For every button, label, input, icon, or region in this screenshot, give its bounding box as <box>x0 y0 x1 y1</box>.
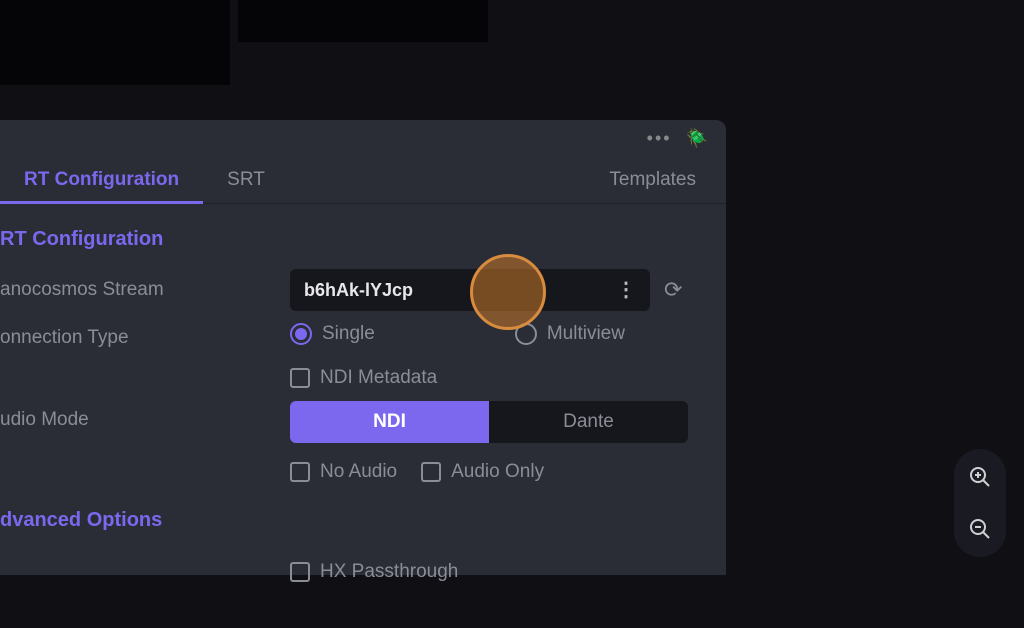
checkbox-icon <box>290 462 310 482</box>
refresh-icon[interactable]: ⟳ <box>664 277 682 303</box>
tab-rt-configuration[interactable]: RT Configuration <box>0 156 203 203</box>
zoom-controls <box>954 449 1006 557</box>
zoom-out-button[interactable] <box>962 511 998 547</box>
stream-value: b6hAk-lYJcp <box>304 280 413 301</box>
background-region-1 <box>0 0 230 85</box>
radio-single-label: Single <box>322 323 375 345</box>
row-connection: onnection Type Single Multiview NDI Meta… <box>0 323 698 389</box>
connection-label: onnection Type <box>0 323 290 349</box>
zoom-in-button[interactable] <box>962 459 998 495</box>
no-audio-label: No Audio <box>320 461 397 483</box>
kebab-icon[interactable]: ⋮ <box>616 280 636 300</box>
checkbox-audio-only[interactable]: Audio Only <box>421 461 544 483</box>
checkbox-icon <box>421 462 441 482</box>
audio-toggle-group: NDI Dante <box>290 401 688 443</box>
hx-passthrough-label: HX Passthrough <box>320 561 458 583</box>
tab-srt[interactable]: SRT <box>203 156 289 203</box>
panel-toolbar: ••• 🪲 <box>0 120 726 156</box>
row-audio: udio Mode NDI Dante No Audio Audio Only <box>0 401 698 483</box>
highlight-annotation <box>470 254 546 330</box>
panel-content: RT Configuration anocosmos Stream b6hAk-… <box>0 204 726 628</box>
checkbox-hx-passthrough[interactable]: HX Passthrough <box>290 561 458 583</box>
checkbox-icon <box>290 368 310 388</box>
checkbox-ndi-metadata[interactable]: NDI Metadata <box>290 367 437 389</box>
section-heading: RT Configuration <box>0 228 698 251</box>
tab-templates[interactable]: Templates <box>585 156 726 203</box>
ndi-metadata-label: NDI Metadata <box>320 367 437 389</box>
row-hx: HX Passthrough <box>0 552 698 592</box>
checkbox-icon <box>290 562 310 582</box>
audio-only-label: Audio Only <box>451 461 544 483</box>
radio-multiview-label: Multiview <box>547 323 625 345</box>
toggle-ndi[interactable]: NDI <box>290 401 489 443</box>
radio-single[interactable]: Single <box>290 323 375 345</box>
stream-label: anocosmos Stream <box>0 279 290 301</box>
checkbox-no-audio[interactable]: No Audio <box>290 461 397 483</box>
row-stream: anocosmos Stream b6hAk-lYJcp ⋮ ⟳ <box>0 269 698 311</box>
radio-icon <box>290 323 312 345</box>
radio-multiview[interactable]: Multiview <box>515 323 625 345</box>
toggle-dante[interactable]: Dante <box>489 401 688 443</box>
config-panel: ••• 🪲 RT Configuration SRT Templates RT … <box>0 120 726 575</box>
bug-icon[interactable]: 🪲 <box>686 128 708 149</box>
audio-label: udio Mode <box>0 401 290 431</box>
background-region-2 <box>238 0 488 42</box>
more-icon[interactable]: ••• <box>647 128 672 149</box>
tab-bar: RT Configuration SRT Templates <box>0 156 726 204</box>
advanced-heading: dvanced Options <box>0 509 698 532</box>
